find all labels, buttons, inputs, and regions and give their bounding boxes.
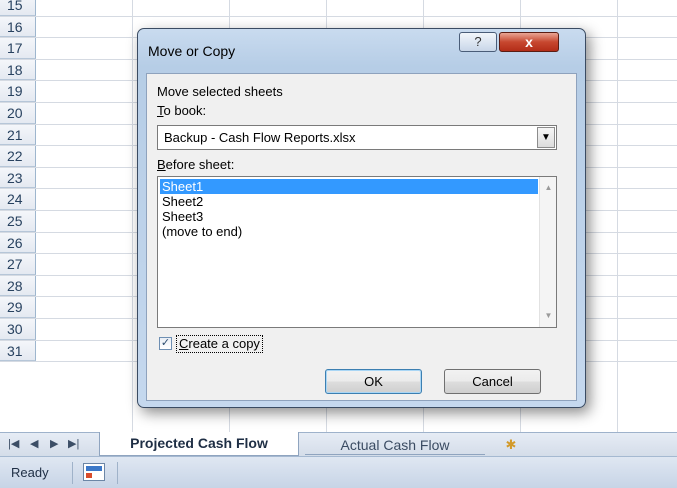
tab-actual-cash-flow[interactable]: Actual Cash Flow [305,435,485,455]
cancel-button[interactable]: Cancel [444,369,541,394]
create-copy-label[interactable]: Create a copy [176,335,263,353]
list-item-sheet2[interactable]: Sheet2 [160,194,538,209]
next-sheet-icon[interactable]: ▶ [50,437,58,450]
record-macro-icon[interactable] [83,463,105,481]
move-selected-sheets-label: Move selected sheets [157,84,283,99]
row-header[interactable]: 19 [0,81,36,102]
row-header[interactable]: 18 [0,59,36,81]
tab-projected-cash-flow[interactable]: Projected Cash Flow [99,432,299,456]
row-header[interactable]: 31 [0,340,36,362]
prev-sheet-icon[interactable]: ◀ [30,437,38,450]
list-scrollbar[interactable]: ▲ ▼ [539,177,556,327]
grid-row[interactable]: 15 [0,0,677,17]
before-sheet-label: Before sheet: [157,157,235,172]
status-divider [72,462,73,484]
chevron-down-icon[interactable]: ▼ [540,307,557,324]
status-divider [117,462,118,484]
row-header[interactable]: 28 [0,275,36,297]
row-header[interactable]: 23 [0,167,36,189]
row-header[interactable]: 25 [0,211,36,232]
chevron-down-icon[interactable]: ▼ [537,127,555,148]
move-or-copy-dialog[interactable]: Move or Copy ? x Move selected sheets To… [137,28,586,408]
first-sheet-icon[interactable]: |◀ [8,437,19,450]
row-header[interactable]: 15 [0,0,36,16]
list-item-sheet3[interactable]: Sheet3 [160,209,538,224]
list-item-sheet1[interactable]: Sheet1 [160,179,538,194]
row-header[interactable]: 17 [0,38,36,59]
row-header[interactable]: 29 [0,297,36,318]
to-book-select[interactable]: Backup - Cash Flow Reports.xlsx ▼ [157,125,557,150]
help-button[interactable]: ? [459,32,497,52]
sheet-tab-bar: |◀ ◀ ▶ ▶| Projected Cash Flow Actual Cas… [0,432,677,456]
ok-button[interactable]: OK [325,369,422,394]
before-sheet-list[interactable]: Sheet1 Sheet2 Sheet3 (move to end) ▲ ▼ [157,176,557,328]
insert-sheet-icon[interactable]: ✱ [493,435,529,455]
to-book-label: To book: [157,103,207,118]
row-header[interactable]: 30 [0,319,36,340]
row-header[interactable]: 16 [0,16,36,38]
dialog-body: Move selected sheets To book: Backup - C… [146,73,577,401]
row-header[interactable]: 26 [0,232,36,254]
list-item-move-to-end[interactable]: (move to end) [160,224,538,239]
status-bar: Ready [0,456,677,488]
dialog-title: Move or Copy [148,43,236,59]
row-header[interactable]: 24 [0,189,36,210]
last-sheet-icon[interactable]: ▶| [68,437,79,450]
to-book-value: Backup - Cash Flow Reports.xlsx [164,130,356,145]
close-button[interactable]: x [499,32,559,52]
status-text: Ready [11,465,49,480]
create-copy-checkbox[interactable]: ✓ [159,337,172,350]
row-header[interactable]: 21 [0,124,36,146]
row-header[interactable]: 27 [0,254,36,275]
chevron-up-icon[interactable]: ▲ [540,179,557,196]
row-header[interactable]: 20 [0,103,36,124]
row-header[interactable]: 22 [0,146,36,167]
